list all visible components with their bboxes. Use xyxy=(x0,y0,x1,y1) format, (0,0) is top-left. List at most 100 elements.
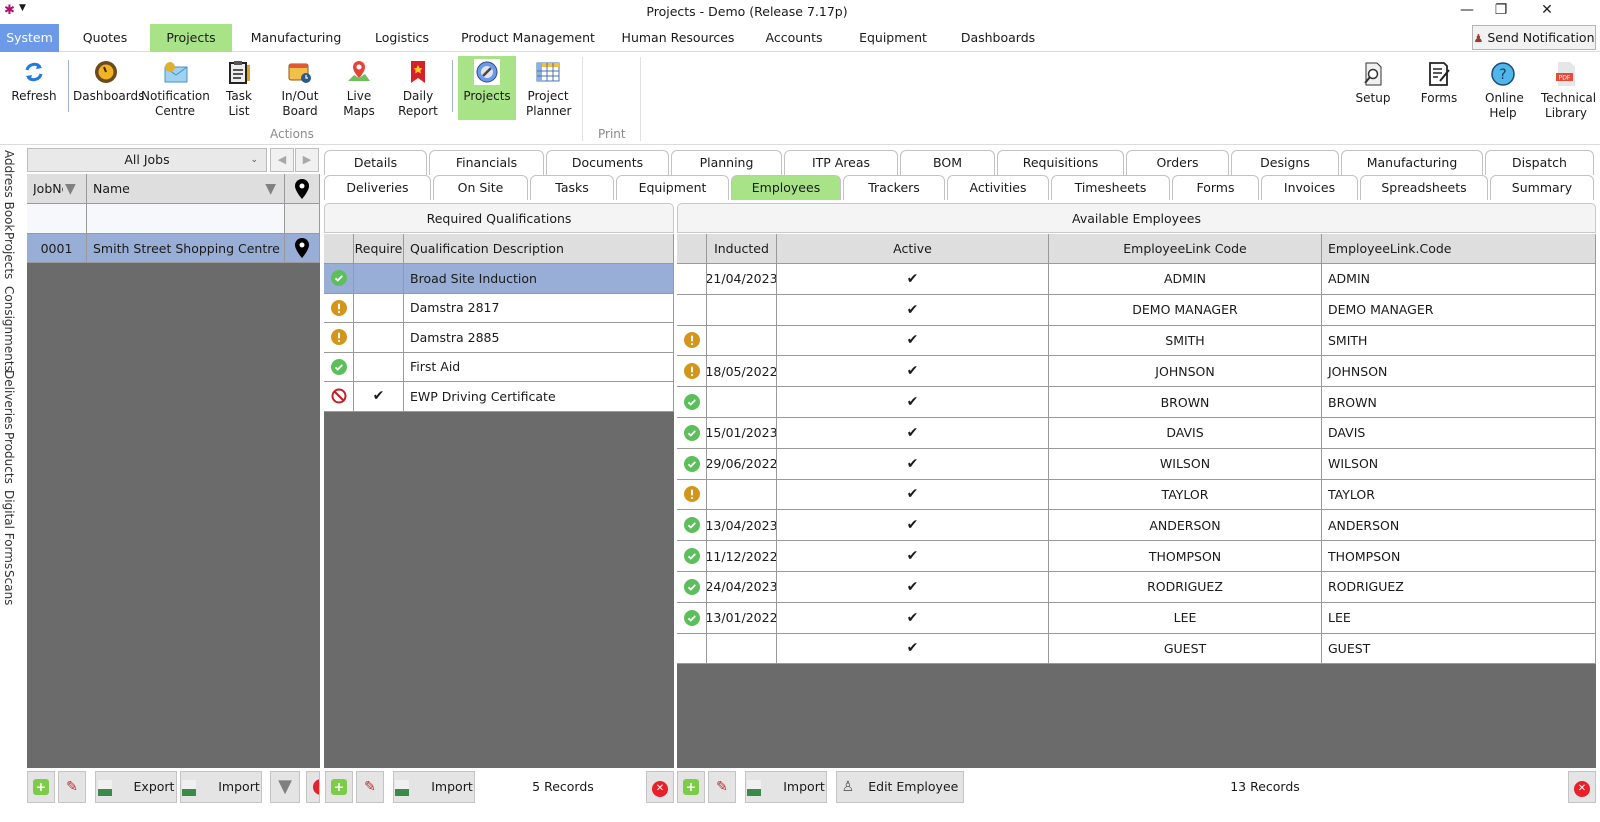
active-checkbox[interactable]: ✔ xyxy=(777,356,1049,388)
qualification-row[interactable]: Damstra 2817 xyxy=(324,293,674,323)
side-tab-consignments[interactable]: Consignments xyxy=(2,286,16,372)
edit-qualification-button[interactable]: ✎ xyxy=(356,771,384,803)
tab-orders[interactable]: Orders xyxy=(1126,150,1229,175)
tab-timesheets[interactable]: Timesheets xyxy=(1051,175,1170,200)
tab-forms[interactable]: Forms xyxy=(1172,175,1259,200)
tab-trackers[interactable]: Trackers xyxy=(843,175,945,200)
active-checkbox[interactable]: ✔ xyxy=(777,572,1049,603)
tab-documents[interactable]: Documents xyxy=(546,150,669,175)
edit-employee-link-button[interactable]: ✎ xyxy=(708,771,736,803)
tab-manufacturing[interactable]: Manufacturing xyxy=(1341,150,1483,175)
next-job-button[interactable]: ▶ xyxy=(295,148,319,172)
tab-dispatch[interactable]: Dispatch xyxy=(1485,150,1594,175)
require-cell[interactable] xyxy=(354,293,404,323)
forms-button[interactable]: Forms xyxy=(1416,58,1462,122)
tab-employees[interactable]: Employees xyxy=(731,175,841,200)
employee-row[interactable]: 18/05/2022 ✔ JOHNSON JOHNSON xyxy=(677,356,1596,388)
tab-summary[interactable]: Summary xyxy=(1490,175,1594,200)
active-checkbox[interactable]: ✔ xyxy=(777,264,1049,295)
qualification-row[interactable]: Damstra 2885 xyxy=(324,323,674,353)
tab-planning[interactable]: Planning xyxy=(671,150,782,175)
menu-dashboards[interactable]: Dashboards xyxy=(950,24,1046,52)
active-checkbox[interactable]: ✔ xyxy=(777,325,1049,357)
delete-qualification-button[interactable]: ✕ xyxy=(646,771,674,803)
minimize-button[interactable]: — xyxy=(1452,2,1482,22)
employee-row[interactable]: 29/06/2022 ✔ WILSON WILSON xyxy=(677,448,1596,480)
column-header[interactable] xyxy=(324,234,354,264)
menu-human-resources[interactable]: Human Resources xyxy=(616,24,740,52)
import-jobs-button[interactable]: Import xyxy=(180,771,262,803)
tab-equipment[interactable]: Equipment xyxy=(616,175,729,200)
tab-financials[interactable]: Financials xyxy=(429,150,544,175)
column-header[interactable]: EmployeeLink Code xyxy=(1049,234,1322,264)
export-jobs-button[interactable]: Export xyxy=(95,771,177,803)
filter-jobs-button[interactable]: ▼ xyxy=(270,771,300,803)
add-employee-button[interactable]: + xyxy=(677,771,705,803)
column-header[interactable]: Inducted xyxy=(707,234,777,264)
tab-deliveries[interactable]: Deliveries xyxy=(324,175,431,200)
menu-projects[interactable]: Projects xyxy=(150,24,232,52)
edit-job-button[interactable]: ✎ xyxy=(58,771,86,803)
tab-requisitions[interactable]: Requisitions xyxy=(997,150,1124,175)
employee-row[interactable]: ✔ TAYLOR TAYLOR xyxy=(677,479,1596,511)
side-tab-digital-forms[interactable]: Digital Forms xyxy=(2,490,16,569)
filter-cell-name[interactable] xyxy=(87,204,285,234)
qualification-row[interactable]: Broad Site Induction xyxy=(324,264,674,294)
active-checkbox[interactable]: ✔ xyxy=(777,294,1049,326)
column-header-name[interactable]: Name ▼ xyxy=(87,174,285,204)
job-filter-combo[interactable]: All Jobs ⌄ xyxy=(27,148,267,172)
setup-button[interactable]: Setup xyxy=(1350,58,1396,122)
menu-product-management[interactable]: Product Management xyxy=(458,24,598,52)
active-checkbox[interactable]: ✔ xyxy=(777,541,1049,572)
side-tab-scans[interactable]: Scans xyxy=(2,570,16,605)
employee-row[interactable]: 15/01/2023 ✔ DAVIS DAVIS xyxy=(677,418,1596,449)
side-tab-address-book[interactable]: Address Book xyxy=(2,150,16,231)
live-maps-button[interactable]: Live Maps xyxy=(334,56,384,120)
employee-row[interactable]: 13/01/2022 ✔ LEE LEE xyxy=(677,602,1596,634)
active-checkbox[interactable]: ✔ xyxy=(777,418,1049,449)
side-tab-projects[interactable]: Projects xyxy=(2,232,16,279)
daily-report-button[interactable]: Daily Report xyxy=(392,56,444,120)
tab-designs[interactable]: Designs xyxy=(1231,150,1339,175)
tab-itp-areas[interactable]: ITP Areas xyxy=(784,150,898,175)
project-planner-button[interactable]: Project Planner xyxy=(520,56,576,120)
import-qualifications-button[interactable]: Import xyxy=(393,771,475,803)
employee-row[interactable]: ✔ BROWN BROWN xyxy=(677,387,1596,418)
side-tab-products[interactable]: Products xyxy=(2,432,16,484)
tab-on-site[interactable]: On Site xyxy=(433,175,528,200)
menu-quotes[interactable]: Quotes xyxy=(63,24,147,52)
active-checkbox[interactable]: ✔ xyxy=(777,387,1049,418)
qualification-row[interactable]: First Aid xyxy=(324,352,674,382)
side-tab-deliveries[interactable]: Deliveries xyxy=(2,370,16,430)
refresh-button[interactable]: Refresh xyxy=(8,56,60,120)
online-help-button[interactable]: ? Online Help xyxy=(1480,58,1526,122)
active-checkbox[interactable]: ✔ xyxy=(777,479,1049,511)
employee-row[interactable]: 24/04/2023 ✔ RODRIGUEZ RODRIGUEZ xyxy=(677,572,1596,603)
column-header[interactable]: Require xyxy=(354,234,404,264)
clear-filter-button[interactable] xyxy=(306,771,320,803)
active-checkbox[interactable]: ✔ xyxy=(777,602,1049,634)
require-cell[interactable]: ✔ xyxy=(354,382,404,412)
tab-invoices[interactable]: Invoices xyxy=(1261,175,1358,200)
employee-row[interactable]: 13/04/2023 ✔ ANDERSON ANDERSON xyxy=(677,510,1596,542)
technical-library-button[interactable]: PDF Technical Library xyxy=(1536,58,1596,122)
add-job-button[interactable]: + xyxy=(27,771,55,803)
menu-system[interactable]: System xyxy=(0,24,59,52)
tab-tasks[interactable]: Tasks xyxy=(530,175,614,200)
notification-centre-button[interactable]: Notification Centre xyxy=(141,56,210,120)
in-out-board-button[interactable]: In/Out Board xyxy=(272,56,328,120)
active-checkbox[interactable]: ✔ xyxy=(777,448,1049,480)
tab-spreadsheets[interactable]: Spreadsheets xyxy=(1360,175,1488,200)
qualification-row[interactable]: ✔ EWP Driving Certificate xyxy=(324,382,674,412)
import-employees-button[interactable]: Import xyxy=(745,771,827,803)
close-window-button[interactable]: ✕ xyxy=(1532,2,1562,22)
job-row[interactable]: 0001 Smith Street Shopping Centre xyxy=(27,234,320,263)
employee-row[interactable]: ✔ GUEST GUEST xyxy=(677,633,1596,665)
column-header-location[interactable] xyxy=(285,174,320,204)
active-checkbox[interactable]: ✔ xyxy=(777,510,1049,542)
tab-details[interactable]: Details xyxy=(324,150,427,175)
employee-row[interactable]: ✔ SMITH SMITH xyxy=(677,325,1596,357)
dashboards-button[interactable]: Dashboards xyxy=(73,56,144,120)
add-qualification-button[interactable]: + xyxy=(325,771,353,803)
employee-row[interactable]: 21/04/2023 ✔ ADMIN ADMIN xyxy=(677,264,1596,295)
